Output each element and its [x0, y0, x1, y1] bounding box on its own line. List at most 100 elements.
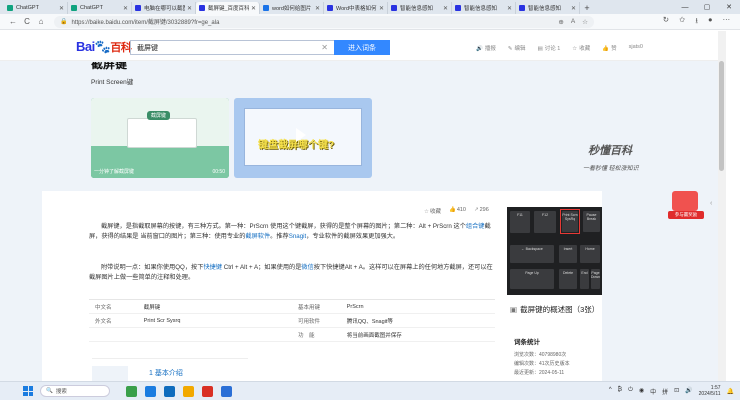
close-tab-icon[interactable]: ✕ [443, 5, 448, 12]
more-menu-icon[interactable]: ⋯ [723, 15, 731, 28]
taskbar-search[interactable]: 🔍 搜索 [40, 385, 110, 397]
refresh-page-icon[interactable]: ↻ [663, 15, 669, 28]
taskbar-app-icon[interactable] [202, 385, 213, 397]
close-window-button[interactable]: ✕ [718, 0, 740, 14]
info-value-link[interactable]: 腾讯QQ、Snagit等 [347, 317, 495, 325]
link-snagit[interactable]: Snagit [289, 233, 307, 240]
link-screenshot-software[interactable]: 截屏软件 [245, 233, 270, 240]
close-tab-icon[interactable]: ✕ [123, 5, 128, 12]
highlight-box [560, 209, 580, 234]
tray-icon[interactable]: 🔊 [685, 387, 692, 396]
tab-favicon-icon [71, 5, 77, 11]
url-tools: ⊕ A ☆ [558, 18, 588, 26]
browser-tab[interactable]: Word中表格如何 ✕ [324, 2, 388, 14]
windows-start-icon[interactable] [23, 386, 33, 396]
browser-tab[interactable]: ChatGPT ✕ [4, 2, 68, 14]
logo-text: Bai [76, 39, 95, 54]
broadcast-link[interactable]: 🔊 播报 [476, 44, 496, 52]
taskbar-app-icon[interactable] [221, 385, 232, 397]
edit-label: 编辑 [514, 46, 526, 52]
close-tab-icon[interactable]: ✕ [251, 5, 256, 12]
like-action[interactable]: 👍410 [449, 207, 466, 215]
page-subtitle: Print Screen键 [91, 79, 134, 86]
catalog-heading[interactable]: 1 基本介绍 [149, 368, 183, 378]
url-field[interactable]: 🔒 https://baike.baidu.com/item/截屏键/30328… [54, 15, 594, 28]
clock[interactable]: 1:57 2024/5/11 [699, 385, 721, 397]
browser-tab[interactable]: 智能信息感知 ✕ [388, 2, 452, 14]
tray-icon[interactable]: 拼 [662, 387, 668, 396]
like-link[interactable]: 👍 赞 [602, 44, 616, 52]
browser-tab[interactable]: 电脑在哪可以截图 ✕ [132, 2, 196, 14]
browser-tab[interactable]: 智能信息感知 ✕ [452, 2, 516, 14]
tab-title: ChatGPT [16, 5, 39, 11]
page-scrollbar[interactable] [718, 31, 726, 381]
tab-favicon-icon [7, 5, 13, 11]
collect-action[interactable]: ☆收藏 [424, 207, 441, 215]
browser-tab[interactable]: 截屏键_百度百科 ✕ [196, 2, 260, 14]
tray-icon[interactable]: ◉ [639, 387, 644, 396]
thumb-up-icon: 👍 [448, 207, 456, 213]
read-aloud-icon[interactable]: A [571, 18, 575, 26]
minimize-button[interactable]: — [674, 0, 696, 14]
favorite-star-icon[interactable]: ☆ [582, 18, 588, 26]
taskbar-app-icon[interactable] [145, 385, 156, 397]
collect-link[interactable]: ☆ 收藏 [572, 44, 590, 52]
tray-icon[interactable]: ⏻ [628, 387, 633, 396]
edit-link[interactable]: ✎ 编辑 [508, 44, 526, 52]
tray-icon[interactable]: ₿ [618, 387, 622, 396]
share-action[interactable]: ↗296 [474, 207, 489, 215]
maximize-button[interactable]: ▢ [696, 0, 718, 14]
browser-tab[interactable]: 智能信息感知 ✕ [516, 2, 580, 14]
favorites-icon[interactable]: ✩ [679, 15, 685, 28]
scrollbar-thumb[interactable] [719, 61, 724, 171]
lock-icon: 🔒 [60, 19, 68, 25]
share-icon: ↗ [474, 207, 479, 213]
link-combination-key[interactable]: 组合键 [466, 223, 485, 230]
video-card-2[interactable]: 键盘截屏哪个键? [234, 98, 372, 178]
back-button[interactable]: ← [6, 17, 20, 26]
browser-tab[interactable]: ChatGPT ✕ [68, 2, 132, 14]
refresh-button[interactable]: C [20, 17, 34, 26]
zoom-icon[interactable]: ⊕ [558, 18, 563, 26]
close-tab-icon[interactable]: ✕ [187, 5, 192, 12]
main-content [42, 191, 500, 381]
baidu-baike-logo[interactable]: Bai🐾百科 [76, 39, 132, 55]
close-tab-icon[interactable]: ✕ [507, 5, 512, 12]
close-tab-icon[interactable]: ✕ [379, 5, 384, 12]
close-tab-icon[interactable]: ✕ [571, 5, 576, 12]
notification-bell-icon[interactable]: 🔔 [727, 388, 734, 395]
downloads-icon[interactable]: ⭳ [695, 15, 698, 28]
link-wechat[interactable]: 微信 [301, 264, 313, 271]
new-tab-button[interactable]: + [580, 2, 594, 14]
tray-icon[interactable]: 中 [650, 387, 656, 396]
gift-icon [672, 191, 698, 211]
taskbar-app-icon[interactable] [126, 385, 137, 397]
link-shortcut-key[interactable]: 快捷键 [203, 264, 222, 271]
play-icon[interactable] [296, 128, 306, 142]
tray-icon[interactable]: ^ [609, 387, 612, 396]
taskbar-app-icon[interactable] [164, 385, 175, 397]
window-controls: — ▢ ✕ [674, 0, 740, 14]
close-tab-icon[interactable]: ✕ [315, 5, 320, 12]
close-tab-icon[interactable]: ✕ [59, 5, 64, 12]
play-icon[interactable] [153, 128, 163, 142]
browser-tab[interactable]: word如何给图片 ✕ [260, 2, 324, 14]
profile-icon[interactable]: ● [708, 15, 713, 28]
home-button[interactable]: ⌂ [34, 17, 48, 26]
key-backspace: ← Backspace [510, 245, 554, 263]
taskbar-app-icon[interactable] [183, 385, 194, 397]
image-caption[interactable]: ▣ 截屏键的概述图（3张） [510, 304, 599, 315]
clear-search-icon[interactable]: ✕ [321, 43, 328, 52]
enter-entry-button[interactable]: 进入词条 [334, 40, 390, 55]
reward-widget[interactable]: 参与赢奖励 [668, 185, 704, 221]
video-card-1[interactable]: 截屏键 一分钟了解截屏键 00:50 [91, 98, 229, 178]
tab-favicon-icon [519, 5, 525, 11]
keyboard-photo[interactable]: F11 F12 Print Scrn SysRq Pause Break ← B… [507, 207, 602, 295]
stats-title: 词条统计 [514, 339, 540, 346]
user-name[interactable]: sjats0 [629, 44, 643, 52]
search-input[interactable]: 截屏键 ✕ [130, 40, 334, 55]
tray-icon[interactable]: ⊡ [674, 387, 679, 396]
collapse-arrow-icon[interactable]: ‹ [710, 200, 712, 207]
discuss-link[interactable]: ▤ 讨论 1 [538, 44, 561, 52]
stat-edits[interactable]: 编辑次数：41次历史版本 [514, 360, 595, 369]
